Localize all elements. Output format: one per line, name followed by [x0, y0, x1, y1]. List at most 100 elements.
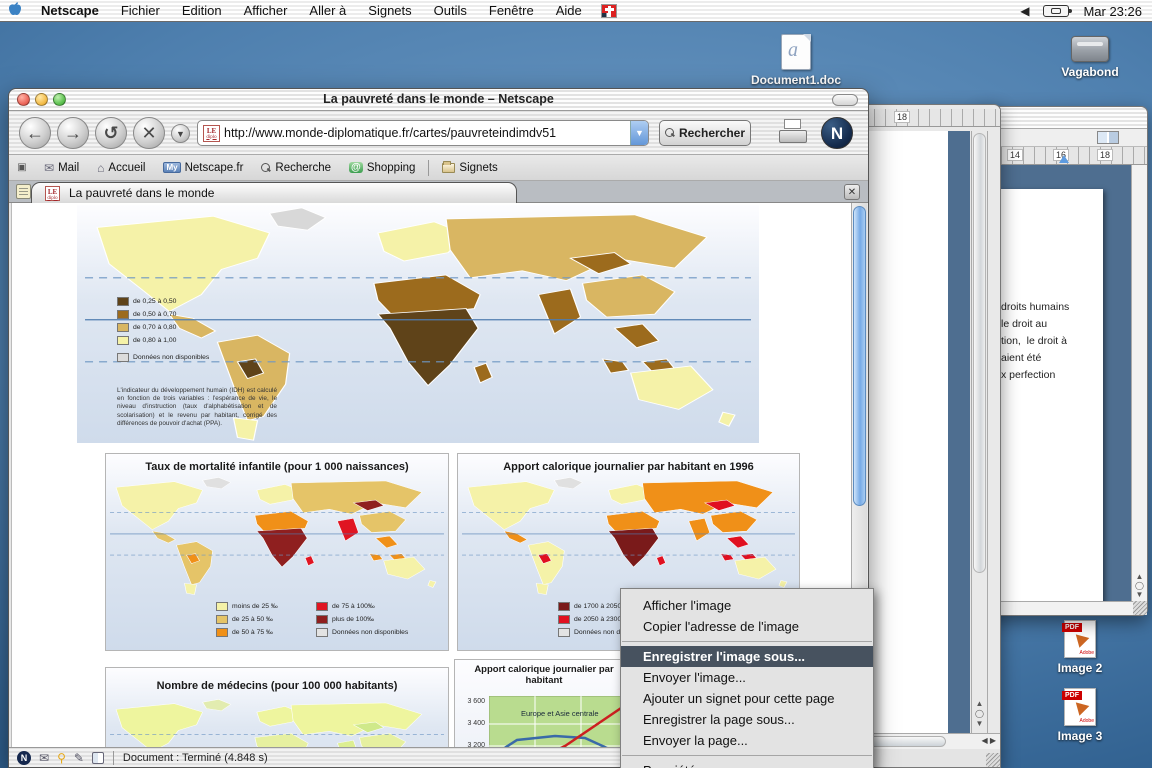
vertical-scrollbar[interactable]: ▲◯▼	[1131, 165, 1147, 601]
menu-item-enregistrer-page[interactable]: Enregistrer la page sous...	[621, 709, 873, 730]
back-button[interactable]: ←	[19, 117, 51, 149]
toolbar-separator	[428, 160, 429, 176]
menu-aller-a[interactable]: Aller à	[298, 3, 357, 18]
calorie-chart-image[interactable]: Apport calorique journalier par habitant…	[454, 659, 634, 747]
word-document-icon	[781, 34, 811, 70]
resize-grip[interactable]	[1133, 601, 1147, 615]
search-button[interactable]: Rechercher	[659, 120, 751, 146]
toolbar-grip-icon[interactable]: ▣	[9, 162, 35, 173]
map-legend: de 75 à 100‰ plus de 100‰ Données non di…	[316, 602, 408, 641]
menu-fenetre[interactable]: Fenêtre	[478, 3, 545, 18]
mail-component-icon[interactable]: ✉	[39, 751, 49, 765]
menu-aide[interactable]: Aide	[545, 3, 593, 18]
input-language-flag-icon[interactable]	[601, 4, 617, 18]
document-toolbar	[979, 129, 1147, 147]
series-label: Europe et Asie centrale	[521, 709, 599, 718]
idh-map-note: L'indicateur du développement humain (ID…	[117, 387, 277, 428]
ruler-indent-marker[interactable]	[1059, 155, 1069, 163]
menu-item-envoyer-image[interactable]: Envoyer l'image...	[621, 667, 873, 688]
composer-icon[interactable]: ✎	[74, 751, 84, 765]
print-button[interactable]	[779, 119, 809, 145]
menu-item-enregistrer-image[interactable]: Enregistrer l'image sous...	[621, 646, 873, 667]
menu-bar: Netscape Fichier Edition Afficher Aller …	[0, 0, 1152, 22]
personal-toolbar: ▣ ✉ Mail ⌂ Accueil My Netscape.fr Recher…	[9, 155, 868, 181]
map-title: Nombre de médecins (pour 100 000 habitan…	[106, 680, 448, 692]
address-bar[interactable]: LEdiplo http://www.monde-diplomatique.fr…	[197, 120, 649, 146]
map-title: Apport calorique journalier par habitant…	[458, 461, 799, 473]
document-ruler: 14 16 18	[979, 147, 1147, 165]
desktop-icon-document1[interactable]: Document1.doc	[748, 34, 844, 87]
status-separator	[113, 751, 114, 765]
navigator-icon[interactable]: N	[17, 751, 31, 765]
vertical-scrollbar[interactable]: ▲◯▼	[971, 131, 988, 733]
menu-item-envoyer-page[interactable]: Envoyer la page...	[621, 730, 873, 751]
bookmark-signets[interactable]: Signets	[433, 155, 506, 180]
instant-messenger-icon[interactable]: ⚲	[57, 751, 66, 765]
tab-close-button[interactable]: ✕	[844, 184, 860, 200]
horizontal-scrollbar[interactable]	[979, 601, 1147, 615]
desktop-icon-image2[interactable]: PDFAdobe Image 2	[1032, 620, 1128, 675]
world-map-graphic	[458, 476, 799, 596]
bookmark-accueil[interactable]: ⌂ Accueil	[88, 155, 154, 180]
toolbar-collapse-widget[interactable]	[832, 94, 858, 106]
document-text: droits humainsle droit aution, le droit …	[1001, 299, 1069, 384]
scrollbar-thumb[interactable]	[973, 133, 986, 573]
bookmark-mail[interactable]: ✉ Mail	[35, 155, 88, 180]
desktop-icon-label: Image 3	[1032, 729, 1128, 743]
forward-button[interactable]: →	[57, 117, 89, 149]
tab-list-icon[interactable]	[16, 184, 31, 199]
ruler-number: 18	[894, 111, 910, 123]
infant-mortality-map-image[interactable]: Taux de mortalité infantile (pour 1 000 …	[105, 453, 449, 651]
menu-edition[interactable]: Edition	[171, 3, 233, 18]
site-favicon: LEdiplo	[45, 186, 60, 201]
scrollbar-arrow-icons[interactable]: ▲◯▼	[1132, 572, 1147, 599]
idh-map-legend: de 0,25 à 0,50 de 0,50 à 0,70 de 0,70 à …	[117, 297, 209, 366]
url-dropdown-icon[interactable]: ▼	[630, 121, 648, 145]
menu-item-copier-adresse[interactable]: Copier l'adresse de l'image	[621, 616, 873, 637]
bookmark-recherche[interactable]: Recherche	[252, 155, 340, 180]
menu-outils[interactable]: Outils	[423, 3, 478, 18]
scrollbar-thumb[interactable]	[853, 206, 866, 506]
menu-netscape[interactable]: Netscape	[30, 3, 110, 18]
volume-icon[interactable]: ◀	[1020, 4, 1029, 18]
document-page[interactable]: droits humainsle droit aution, le droit …	[999, 189, 1103, 601]
magnifier-icon	[261, 163, 271, 173]
desktop-icon-vagabond-disk[interactable]: Vagabond	[1042, 36, 1138, 79]
menu-item-ajouter-signet[interactable]: Ajouter un signet pour cette page	[621, 688, 873, 709]
battery-icon[interactable]	[1043, 5, 1069, 17]
desktop-icon-image3[interactable]: PDFAdobe Image 3	[1032, 688, 1128, 743]
hard-disk-icon	[1071, 36, 1109, 62]
resize-grip[interactable]	[986, 753, 1000, 767]
idh-map-image[interactable]: de 0,25 à 0,50 de 0,50 à 0,70 de 0,70 à …	[77, 205, 759, 443]
chart-title: Apport calorique journalier par habitant	[455, 665, 633, 687]
tab-bar: LEdiplo La pauvreté dans le monde ✕	[9, 181, 868, 203]
document-area: droits humainsle droit aution, le droit …	[979, 165, 1131, 601]
netscape-logo-icon[interactable]: N	[821, 117, 853, 149]
scrollbar-arrow-icons[interactable]: ▲◯▼	[972, 699, 987, 729]
apple-menu-icon[interactable]	[0, 1, 30, 20]
url-text[interactable]: http://www.monde-diplomatique.fr/cartes/…	[224, 126, 630, 140]
doctors-map-image[interactable]: Nombre de médecins (pour 100 000 habitan…	[105, 667, 449, 747]
menu-item-proprietes[interactable]: Propriétés	[621, 760, 873, 768]
horizontal-scrollbar[interactable]: ◀ ▶	[852, 733, 1000, 749]
window-title-bar[interactable]: La pauvreté dans le monde – Netscape	[9, 89, 868, 111]
scrollbar-arrow-icons[interactable]: ◀ ▶	[981, 736, 996, 745]
shopping-icon: @	[349, 162, 363, 173]
tab-la-pauvrete[interactable]: LEdiplo La pauvreté dans le monde	[31, 182, 517, 203]
bookmark-shopping[interactable]: @ Shopping	[340, 155, 424, 180]
menu-item-afficher-image[interactable]: Afficher l'image	[621, 595, 873, 616]
menu-bar-clock[interactable]: Mar 23:26	[1083, 4, 1142, 19]
page-layout-icon[interactable]	[1097, 131, 1119, 144]
stop-button[interactable]: ✕	[133, 117, 165, 149]
menu-afficher[interactable]: Afficher	[233, 3, 299, 18]
window-title-bar[interactable]	[979, 107, 1147, 129]
background-document-window-right[interactable]: 14 16 18 droits humainsle droit aution, …	[978, 106, 1148, 616]
history-dropdown-icon[interactable]: ▼	[171, 124, 190, 143]
y-axis-tick: 3 400	[459, 720, 485, 727]
bookmark-netscape-fr[interactable]: My Netscape.fr	[154, 155, 252, 180]
address-book-icon[interactable]	[92, 752, 104, 764]
desktop-icon-label: Vagabond	[1042, 65, 1138, 79]
menu-signets[interactable]: Signets	[357, 3, 422, 18]
reload-button[interactable]: ↺	[95, 117, 127, 149]
menu-fichier[interactable]: Fichier	[110, 3, 171, 18]
